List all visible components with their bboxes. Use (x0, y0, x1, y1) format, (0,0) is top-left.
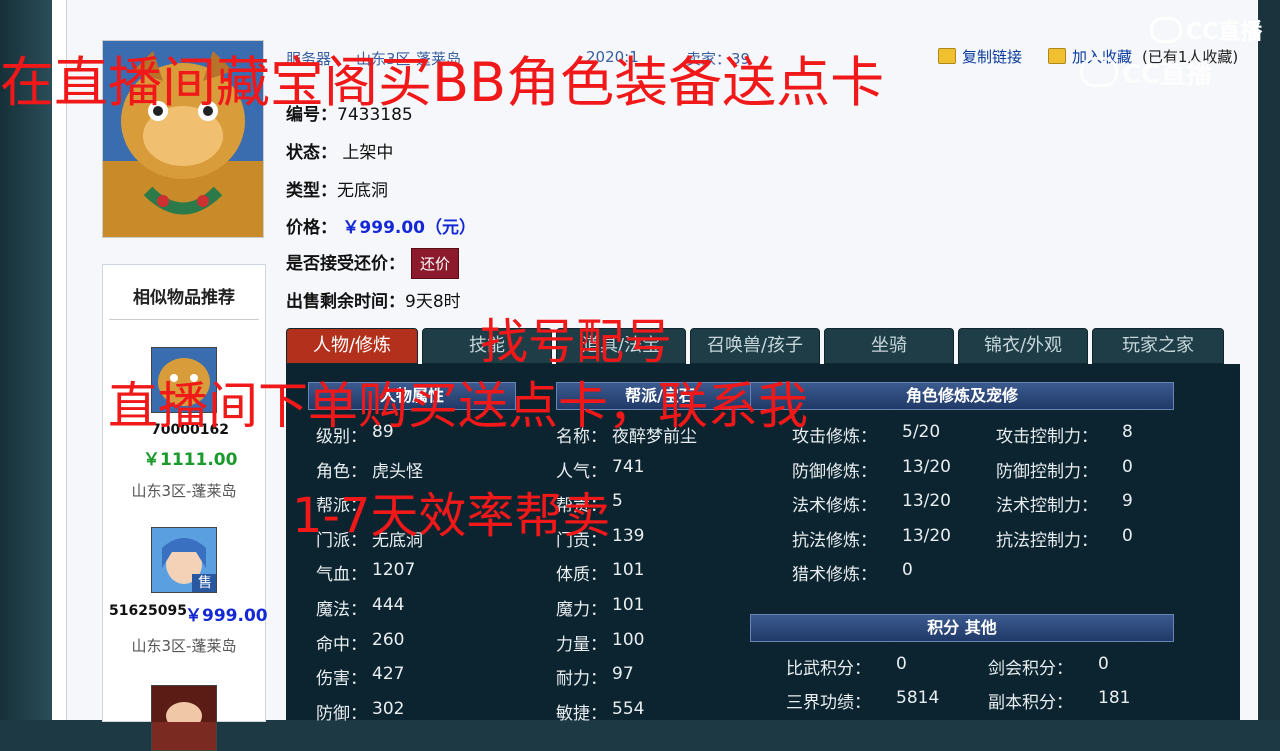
stat-value: 13/20 (902, 525, 951, 546)
tab-outfits[interactable]: 锦衣/外观 (958, 328, 1088, 364)
stat-label: 抗法修炼： (792, 530, 877, 551)
item-type-label: 类型： (286, 181, 337, 201)
right-scrollbar[interactable] (1258, 0, 1280, 720)
copy-link-label: 复制链接 (962, 48, 1023, 66)
recommend-item-thumbnail[interactable]: 售 (151, 527, 217, 593)
stat-value: 8 (1122, 422, 1133, 442)
stat-value: 1207 (372, 560, 416, 581)
stat-label: 敏捷： (556, 703, 607, 724)
stat-value: 0 (1122, 525, 1133, 546)
recommend-item-price: ￥999.00 (185, 606, 268, 626)
item-remaining: 出售剩余时间：9天8时 (286, 287, 461, 312)
tab-pets[interactable]: 召唤兽/孩子 (690, 328, 820, 364)
stat-value: 302 (372, 698, 405, 719)
stat-value: 101 (612, 560, 645, 581)
stat-value: 741 (612, 456, 645, 477)
score-label: 三界功绩： (786, 693, 871, 713)
stat-value: 0 (902, 560, 913, 581)
divider (109, 319, 259, 320)
item-status-label: 状态： (286, 143, 337, 163)
item-bargain: 是否接受还价： 还价 (286, 248, 460, 279)
item-bargain-label: 是否接受还价： (286, 254, 405, 274)
stat-label: 法术控制力： (996, 496, 1098, 517)
stat-label: 伤害： (316, 669, 367, 690)
tab-mounts[interactable]: 坐骑 (824, 328, 954, 364)
stat-label: 防御： (316, 703, 367, 724)
watermark-brand: CC直播 (1186, 20, 1263, 45)
item-remaining-value: 9天8时 (405, 292, 461, 312)
stat-value: 13/20 (902, 491, 951, 512)
overlay-caption-3: 直播间下单购买送点卡，联系我 (108, 377, 808, 435)
score-label: 比武积分： (786, 659, 871, 679)
copy-link-button[interactable]: 复制链接 (938, 46, 1022, 67)
item-status-value: 上架中 (342, 143, 394, 163)
similar-items-title: 相似物品推荐 (133, 288, 235, 308)
cc-logo-icon (1150, 17, 1182, 43)
tab-character[interactable]: 人物/修炼 (286, 328, 418, 364)
tab-home[interactable]: 玩家之家 (1092, 328, 1224, 364)
stat-label: 攻击控制力： (996, 427, 1098, 447)
stat-value: 100 (612, 629, 645, 650)
section-header-score: 积分 其他 (750, 614, 1174, 642)
stat-value: 9 (1122, 491, 1133, 512)
stat-value: 444 (372, 595, 405, 615)
stat-label: 魔法： (316, 600, 367, 620)
detail-tabs: 人物/修炼 技能 道具/法宝 召唤兽/孩子 坐骑 锦衣/外观 玩家之家 (286, 328, 1246, 364)
stat-value: 13/20 (902, 456, 951, 477)
stat-label: 气血： (316, 565, 367, 586)
section-header-cultivation: 角色修炼及宠修 (750, 382, 1174, 410)
item-price-value: ￥999.00（元） (342, 218, 477, 238)
stat-value: 5 (612, 491, 623, 512)
recommend-item-server: 山东3区-蓬莱岛 (131, 482, 237, 500)
bargain-button[interactable]: 还价 (411, 248, 460, 279)
stat-label: 防御修炼： (792, 461, 877, 482)
stat-value: 97 (612, 664, 634, 685)
item-price-label: 价格： (286, 218, 337, 238)
stat-value: 260 (372, 629, 405, 650)
sale-badge: 售 (198, 575, 212, 591)
folder-plus-icon (1048, 48, 1066, 64)
stat-value: 0 (1122, 456, 1133, 477)
stat-label: 耐力： (556, 669, 607, 690)
recommend-item-price: ￥1111.00 (143, 450, 238, 470)
stat-value: 427 (372, 664, 405, 685)
overlay-caption-2: 找号配号 (480, 314, 673, 370)
overlay-caption-4: 1-7天效率帮卖 (292, 488, 611, 544)
stat-label: 体质： (556, 565, 607, 586)
stat-label: 防御控制力： (996, 461, 1098, 482)
stat-label: 法术修炼： (792, 496, 877, 517)
item-status: 状态： 上架中 (286, 138, 393, 163)
item-price: 价格： ￥999.00（元） (286, 213, 476, 238)
stat-value: 101 (612, 595, 645, 615)
recommend-item-thumbnail[interactable] (151, 685, 217, 751)
watermark-brand: CC直播 (1122, 60, 1213, 90)
stat-label: 命中： (316, 634, 367, 655)
item-type: 类型：无底洞 (286, 176, 388, 201)
score-value: 181 (1098, 688, 1131, 708)
score-value: 0 (896, 654, 907, 674)
score-label: 副本积分： (988, 693, 1073, 713)
score-value: 0 (1098, 654, 1109, 674)
stat-label: 魔力： (556, 600, 607, 620)
score-label: 剑会积分： (988, 659, 1073, 679)
recommend-item-server: 山东3区-蓬莱岛 (131, 637, 237, 655)
watermark-logo: CC直播 (1150, 14, 1262, 46)
recommend-item-id[interactable]: 51625095 (109, 603, 187, 619)
cc-logo-icon (1080, 57, 1118, 87)
watermark-logo-2: CC直播 (1080, 54, 1212, 91)
item-type-value: 无底洞 (337, 181, 388, 201)
score-value: 5814 (896, 688, 940, 708)
stat-value: 5/20 (902, 422, 941, 442)
copy-icon (938, 48, 956, 64)
stat-label: 抗法控制力： (996, 530, 1098, 551)
stat-label: 力量： (556, 634, 607, 655)
stat-value: 554 (612, 698, 645, 719)
stat-value: 139 (612, 525, 645, 546)
similar-items-panel: 相似物品推荐 70000162 ￥1111.00 山东3区-蓬莱岛 售 5162… (102, 264, 268, 751)
item-remaining-label: 出售剩余时间： (286, 292, 405, 312)
overlay-caption-1: 在直播间藏宝阁买BB角色装备送点卡 (0, 51, 885, 114)
stat-label: 猎术修炼： (792, 565, 877, 586)
